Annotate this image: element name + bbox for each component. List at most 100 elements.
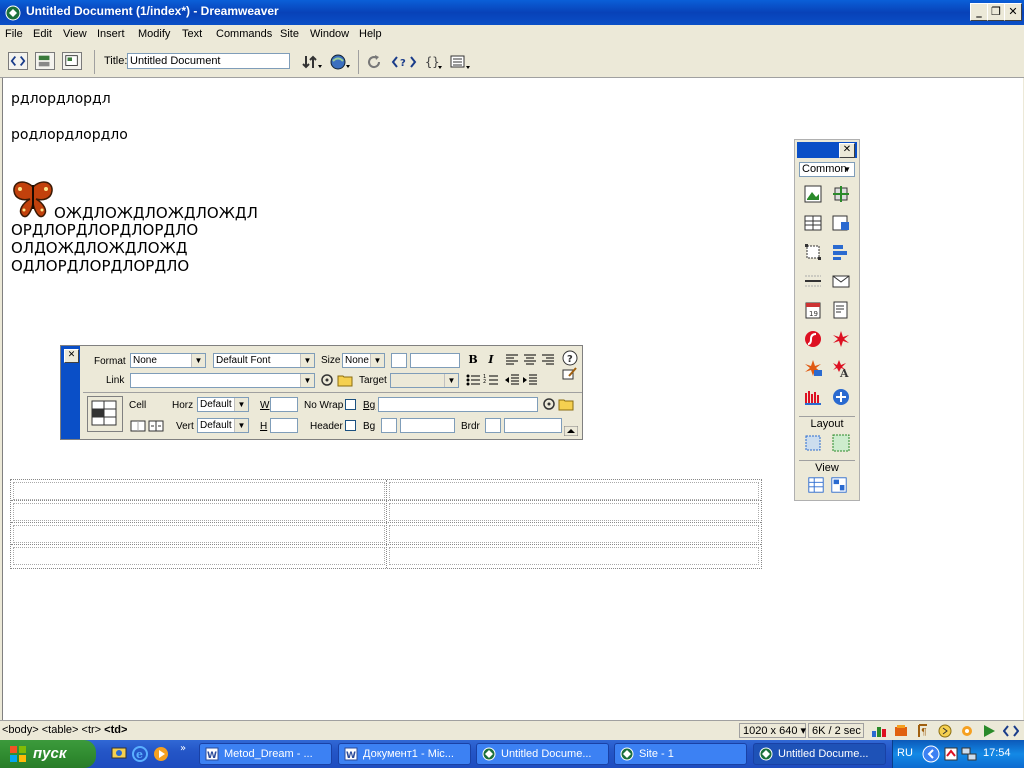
html-styles-icon[interactable]: ¶ (915, 724, 931, 738)
menu-text[interactable]: Text (182, 28, 202, 40)
taskbar-item[interactable]: W Metod_Dream - ... (199, 743, 332, 765)
tag-selector[interactable]: <body> <table> <tr> <td> (2, 724, 127, 736)
bg-color-picker[interactable] (381, 418, 397, 433)
cell-height-input[interactable] (270, 418, 298, 433)
browse-folder-icon[interactable] (337, 373, 353, 387)
tag-path[interactable]: <body> <table> <tr> (2, 724, 101, 736)
insert-date-icon[interactable]: 19 (803, 300, 823, 320)
taskbar-item[interactable]: W Документ1 - Mic... (338, 743, 471, 765)
quick-tag-editor-icon[interactable] (562, 366, 578, 380)
menu-insert[interactable]: Insert (97, 28, 125, 40)
table-cell[interactable] (389, 503, 759, 521)
tray-app-icon[interactable] (943, 746, 959, 762)
menu-edit[interactable]: Edit (33, 28, 52, 40)
align-left-icon[interactable] (504, 353, 520, 367)
insert-rollover-icon[interactable] (831, 184, 851, 204)
horz-align-select[interactable]: Default ▼ (197, 397, 249, 412)
quicklaunch-desktop-icon[interactable] (110, 745, 128, 763)
text-color-picker[interactable] (391, 353, 407, 368)
behaviors-icon[interactable] (959, 724, 975, 738)
taskbar-item[interactable]: Site - 1 (614, 743, 747, 765)
document-table[interactable] (10, 479, 762, 569)
table-cell[interactable] (389, 482, 759, 500)
panel-close-button[interactable]: ✕ (839, 143, 855, 158)
insert-category-select[interactable]: Common ▼ (799, 162, 855, 177)
help-icon[interactable]: ? (562, 350, 578, 366)
panel-title-bar[interactable]: ✕ (797, 142, 857, 158)
bg-point-to-file-icon[interactable] (542, 397, 556, 411)
split-cell-icon[interactable] (148, 419, 164, 433)
ordered-list-icon[interactable]: 12 (483, 373, 499, 387)
insert-applet-icon[interactable] (803, 387, 823, 407)
collapse-arrow-icon[interactable] (564, 426, 578, 436)
insert-email-link-icon[interactable] (831, 271, 851, 291)
file-management-icon[interactable] (301, 54, 323, 70)
table-cell[interactable] (13, 503, 385, 521)
merge-cells-icon[interactable] (130, 419, 146, 433)
layout-view-icon[interactable] (830, 476, 848, 494)
unordered-list-icon[interactable] (465, 373, 481, 387)
split-view-icon[interactable] (35, 52, 55, 70)
insert-horizontal-rule-icon[interactable] (803, 271, 823, 291)
bg-browse-folder-icon[interactable] (558, 397, 574, 411)
quicklaunch-expand-icon[interactable]: » (180, 743, 186, 754)
insert-activex-icon[interactable] (831, 387, 851, 407)
draw-layout-table-icon[interactable] (831, 433, 851, 453)
header-checkbox[interactable] (345, 420, 356, 431)
code-navigation-icon[interactable]: {} (424, 54, 444, 70)
draw-layout-cell-icon[interactable] (803, 433, 823, 453)
insert-flash-text-icon[interactable]: A (831, 358, 851, 378)
menu-commands[interactable]: Commands (216, 28, 272, 40)
bold-button[interactable]: B (465, 353, 481, 368)
network-icon[interactable] (961, 746, 977, 762)
site-launcher-icon[interactable] (871, 724, 887, 738)
minimize-button[interactable]: _ (970, 3, 988, 21)
bg-image-input[interactable] (378, 397, 538, 412)
quicklaunch-ie-icon[interactable]: e (131, 745, 149, 763)
text-color-input[interactable] (410, 353, 460, 368)
restore-button[interactable]: ❐ (987, 3, 1005, 21)
bg-color-input[interactable] (400, 418, 455, 433)
html-source-icon[interactable] (1003, 724, 1019, 738)
border-color-input[interactable] (504, 418, 562, 433)
document-title-input[interactable] (127, 53, 290, 69)
size-select[interactable]: None ▼ (342, 353, 385, 368)
point-to-file-icon[interactable] (320, 373, 334, 387)
outdent-icon[interactable] (504, 373, 520, 387)
refresh-icon[interactable] (366, 54, 382, 70)
table-cell[interactable] (13, 482, 385, 500)
insert-flash-icon[interactable] (803, 329, 823, 349)
insert-fireworks-html-icon[interactable] (803, 358, 823, 378)
code-view-icon[interactable] (8, 52, 28, 70)
butterfly-image[interactable] (11, 179, 55, 219)
language-indicator[interactable]: RU (897, 747, 913, 759)
menu-window[interactable]: Window (310, 28, 349, 40)
cell-width-input[interactable] (270, 397, 298, 412)
target-select[interactable]: ▼ (390, 373, 459, 388)
indent-icon[interactable] (522, 373, 538, 387)
tray-expand-icon[interactable] (922, 745, 940, 763)
property-inspector-close-button[interactable]: ✕ (64, 349, 79, 363)
current-tag[interactable]: <td> (104, 724, 127, 736)
align-center-icon[interactable] (522, 353, 538, 367)
property-inspector-sidebar[interactable]: ✕ (61, 346, 80, 439)
standard-view-icon[interactable] (807, 476, 825, 494)
insert-navigation-bar-icon[interactable] (831, 242, 851, 262)
vert-align-select[interactable]: Default ▼ (197, 418, 249, 433)
timelines-icon[interactable] (981, 724, 997, 738)
insert-layer-icon[interactable] (803, 242, 823, 262)
table-cell[interactable] (389, 525, 759, 543)
link-input[interactable]: ▼ (130, 373, 315, 388)
menu-modify[interactable]: Modify (138, 28, 170, 40)
design-view-icon[interactable] (62, 52, 82, 70)
reference-icon[interactable]: ? (391, 54, 417, 70)
css-styles-icon[interactable] (937, 724, 953, 738)
insert-table-icon[interactable] (803, 213, 823, 233)
window-size-select[interactable]: 1020 x 640 ▾ (739, 723, 806, 738)
italic-button[interactable]: I (483, 353, 499, 368)
insert-tabular-data-icon[interactable] (831, 213, 851, 233)
quicklaunch-media-player-icon[interactable] (152, 745, 170, 763)
close-button[interactable]: ✕ (1004, 3, 1022, 21)
menu-help[interactable]: Help (359, 28, 382, 40)
font-select[interactable]: Default Font ▼ (213, 353, 315, 368)
